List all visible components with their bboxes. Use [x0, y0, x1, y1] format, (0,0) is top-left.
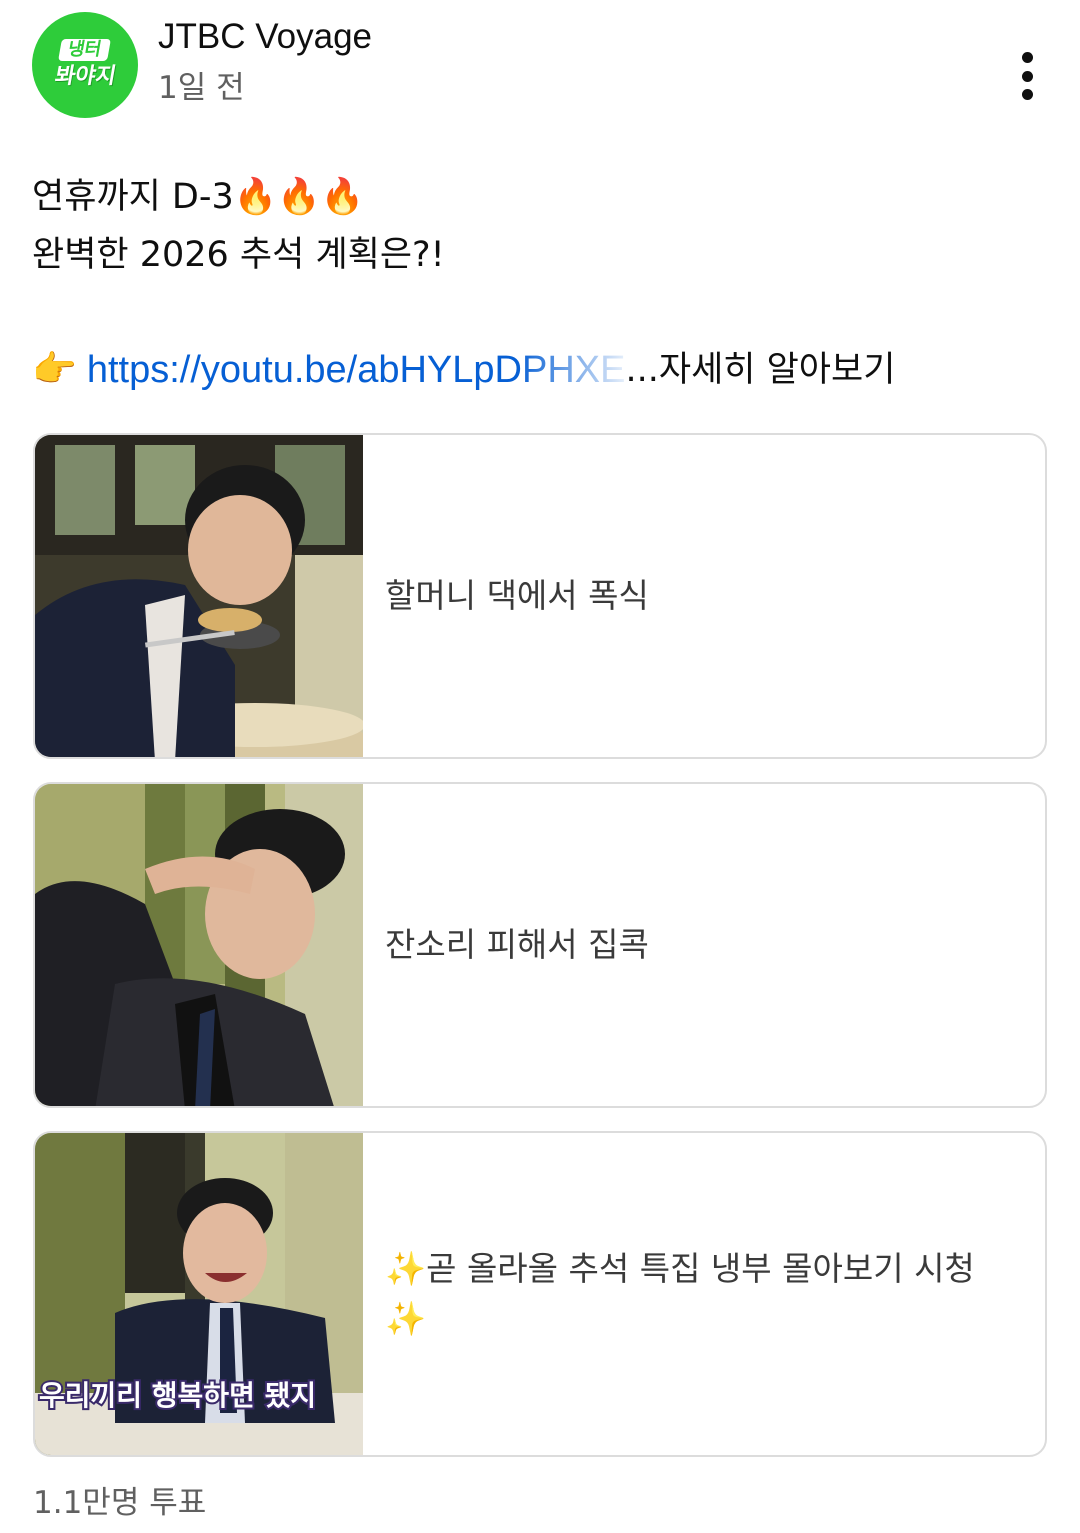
post-link[interactable]: https://youtu.be/abHYLpDPHXE — [87, 340, 626, 400]
post-text-line-2: 완벽한 2026 추석 계획은?! — [32, 235, 445, 275]
more-dot-icon — [1021, 70, 1033, 82]
more-dot-icon — [1021, 89, 1033, 100]
post-link-row: 👉 https://youtu.be/abHYLpDPHXE ... 자세히 알… — [32, 340, 1042, 400]
post-timestamp: 1일 전 — [158, 70, 245, 106]
poll-option-3-image: 우리끼리 행복하면 됐지 — [35, 1133, 363, 1455]
image-caption: 우리끼리 행복하면 됐지 — [39, 1379, 316, 1412]
poll-option-2-label: 잔소리 피해서 집콕 — [385, 925, 649, 964]
poll-option-1[interactable]: 할머니 댁에서 폭식 — [33, 433, 1047, 759]
poll-option-3[interactable]: 우리끼리 행복하면 됐지 ✨곧 올라올 추석 특집 냉부 몰아보기 시청✨ — [33, 1131, 1047, 1457]
post-body: 연휴까지 D-3🔥🔥🔥 완벽한 2026 추석 계획은?! — [32, 168, 1042, 284]
pointing-hand-icon: 👉 — [32, 349, 77, 390]
avatar-logo-top: 냉터 — [58, 39, 112, 61]
poll-option-1-image — [35, 435, 363, 757]
poll-option-1-label: 할머니 댁에서 폭식 — [385, 576, 649, 615]
poll-option-3-label: ✨곧 올라올 추석 특집 냉부 몰아보기 시청✨ — [385, 1249, 975, 1338]
poll-option-2-image — [35, 784, 363, 1106]
more-dot-icon — [1021, 52, 1033, 63]
read-more-link[interactable]: 자세히 알아보기 — [659, 340, 896, 400]
man-laughing-image: 우리끼리 행복하면 됐지 — [35, 1133, 363, 1455]
man-covering-face-image — [35, 784, 363, 1106]
post-header: 냉터 봐야지 JTBC Voyage 1일 전 — [0, 0, 1080, 130]
channel-name[interactable]: JTBC Voyage — [158, 14, 372, 60]
vote-count: 1.1만명 투표 — [33, 1485, 207, 1521]
more-options-button[interactable] — [1002, 48, 1052, 104]
man-eating-dumpling-image — [35, 435, 363, 757]
post-text-line-1: 연휴까지 D-3🔥🔥🔥 — [32, 177, 365, 217]
avatar-logo-bottom: 봐야지 — [52, 64, 118, 89]
channel-avatar[interactable]: 냉터 봐야지 — [32, 12, 138, 118]
truncation-ellipsis: ... — [625, 350, 659, 390]
poll-option-2[interactable]: 잔소리 피해서 집콕 — [33, 782, 1047, 1108]
